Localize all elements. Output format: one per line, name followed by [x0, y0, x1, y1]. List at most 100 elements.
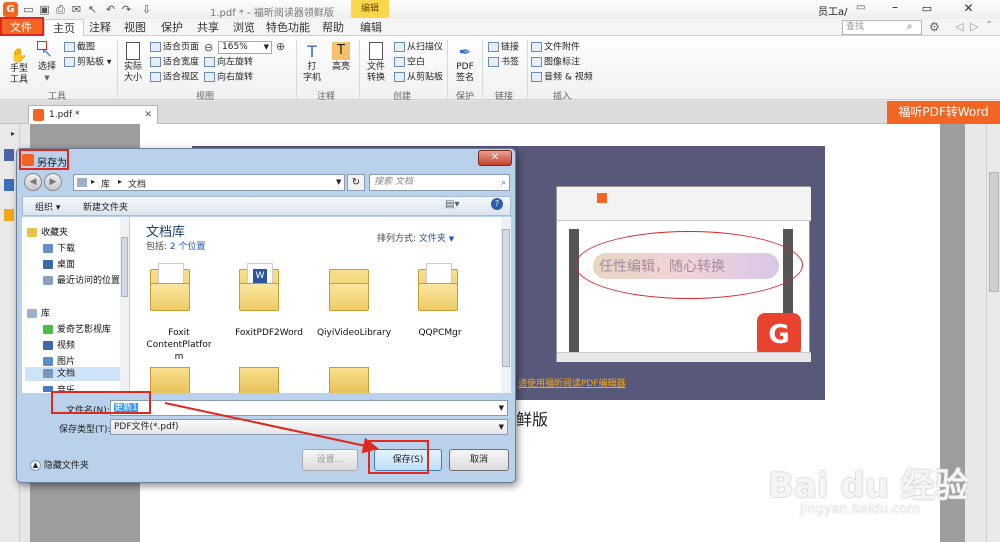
pdf-sign-button[interactable]: ✒ PDF 签名 — [452, 42, 478, 84]
folder-label[interactable]: QQPCMgr — [405, 327, 475, 339]
open-icon[interactable]: ▭ — [22, 3, 35, 16]
chevron-down-icon[interactable]: ▼ — [336, 178, 341, 186]
tab-features[interactable]: 特色功能 — [262, 19, 314, 36]
organize-button[interactable]: 组织 ▾ — [35, 200, 60, 213]
hand-tool-button[interactable]: ✋ 手型 工具 — [5, 48, 33, 86]
content-scrollbar[interactable] — [501, 217, 511, 393]
fit-width-button[interactable]: 适合宽度 — [150, 57, 199, 69]
folder-icon[interactable] — [329, 261, 375, 321]
nav-item-downloads[interactable]: 下载 — [43, 241, 75, 254]
filetype-select[interactable]: PDF文件(*.pdf) ▼ — [110, 419, 508, 435]
nav-item-iqiyi[interactable]: 爱奇艺影视库 — [43, 322, 111, 335]
tab-edit[interactable]: 编辑 — [354, 19, 388, 36]
folder-icon[interactable] — [239, 367, 279, 393]
view-options-icon[interactable]: ▤▾ — [445, 199, 459, 210]
highlight-button[interactable]: T 高亮 — [329, 42, 353, 73]
help-icon[interactable]: ? — [491, 198, 503, 210]
email-icon[interactable]: ✉ — [70, 3, 83, 16]
typewriter-button[interactable]: T 打 字机 — [300, 42, 324, 84]
bookmark-panel-icon[interactable] — [4, 179, 14, 191]
maximize-button[interactable]: ▭ — [912, 0, 942, 17]
refresh-button[interactable]: ↻ — [347, 174, 365, 191]
new-folder-button[interactable]: 新建文件夹 — [83, 200, 128, 213]
zoom-select[interactable]: 165% ▼ — [218, 41, 272, 54]
save-icon[interactable]: ▣ — [38, 3, 51, 16]
user-label[interactable]: 员工a/ — [818, 3, 848, 18]
audio-video-button[interactable]: 音频 & 视频 — [531, 72, 593, 84]
nav-item-recent[interactable]: 最近访问的位置 — [43, 273, 120, 286]
tab-comment[interactable]: 注释 — [85, 19, 115, 36]
collapse-ribbon-icon[interactable]: ⌃ — [985, 20, 993, 31]
back-button[interactable]: ◀ — [24, 173, 42, 191]
nav-scroll-thumb[interactable] — [121, 237, 128, 297]
select-button[interactable]: ↖ 选择 ▼ — [35, 44, 59, 84]
blank-button[interactable]: 空白 — [394, 57, 425, 69]
vertical-scrollbar[interactable] — [986, 124, 1000, 542]
cancel-button[interactable]: 取消 — [449, 449, 509, 471]
minimize-button[interactable]: – — [880, 0, 910, 17]
includes-locations-link[interactable]: 2 个位置 — [170, 242, 206, 252]
folder-icon[interactable] — [418, 261, 464, 321]
settings-button[interactable]: 设置... — [302, 449, 358, 471]
nav-forward-icon[interactable]: ▷ — [970, 20, 978, 33]
tab-home[interactable]: 主页 — [44, 19, 84, 37]
folder-label[interactable]: FoxitPDF2Word — [229, 327, 309, 339]
folder-icon[interactable]: W — [239, 261, 285, 321]
nav-item-documents[interactable]: 文档 — [25, 367, 125, 381]
scroll-thumb[interactable] — [989, 172, 999, 292]
folder-label[interactable]: QiyiVideoLibrary — [313, 327, 395, 339]
zoom-out-icon[interactable]: ⊖ — [204, 41, 213, 54]
forward-button[interactable]: ▶ — [44, 173, 62, 191]
tab-share[interactable]: 共享 — [193, 19, 223, 36]
file-attachment-button[interactable]: 文件附件 — [531, 42, 580, 54]
clipboard-button[interactable]: 剪贴板 ▾ — [64, 57, 111, 69]
folder-label[interactable]: Foxit ContentPlatfor m — [134, 327, 224, 363]
page-thumbnail-icon[interactable] — [4, 149, 14, 161]
tab-protect[interactable]: 保护 — [157, 19, 187, 36]
link-button[interactable]: 链接 — [488, 42, 519, 54]
address-bar[interactable]: ▸ 库 ▸ 文档 ▼ — [73, 174, 345, 191]
tab-browse[interactable]: 浏览 — [229, 19, 259, 36]
bookmark-button[interactable]: 书签 — [488, 57, 519, 69]
dialog-search-input[interactable]: 搜索 文档 ⌕ — [369, 174, 510, 191]
from-scanner-button[interactable]: 从扫描仪 — [394, 42, 443, 54]
expand-arrow-icon[interactable]: ▸ — [11, 129, 15, 138]
favorites-header[interactable]: 收藏夹 — [27, 225, 68, 238]
tab-view[interactable]: 视图 — [120, 19, 150, 36]
print-icon[interactable]: ⎙ — [54, 3, 67, 16]
folder-icon[interactable] — [150, 261, 196, 321]
redo-icon[interactable]: ↷ — [120, 3, 133, 16]
caption-link[interactable]: 请使用福昕阅读PDF编辑器 — [518, 376, 626, 389]
close-button[interactable]: ✕ — [946, 0, 991, 17]
fit-visible-button[interactable]: 适合视区 — [150, 72, 199, 84]
content-scroll-thumb[interactable] — [502, 229, 510, 367]
screenshot-button[interactable]: 截图 — [64, 42, 95, 54]
actual-size-button[interactable]: 实际 大小 — [121, 42, 145, 84]
rotate-right-button[interactable]: 向右旋转 — [204, 72, 253, 84]
filename-input[interactable]: 更新1 ▼ — [110, 400, 508, 416]
gear-icon[interactable]: ⚙ — [929, 20, 940, 34]
from-clipboard-button[interactable]: 从剪贴板 — [394, 72, 443, 84]
nav-back-icon[interactable]: ◁ — [955, 20, 963, 33]
folder-icon[interactable] — [329, 367, 369, 393]
hide-folders-toggle[interactable]: ▲ 隐藏文件夹 — [30, 458, 89, 471]
chevron-down-icon[interactable]: ▼ — [499, 401, 504, 415]
customize-icon[interactable]: ⇩ — [140, 3, 153, 16]
pin-icon[interactable]: ▭ — [856, 2, 865, 13]
nav-item-videos[interactable]: 视频 — [43, 338, 75, 351]
fit-page-button[interactable]: 适合页面 — [150, 42, 199, 54]
undo-icon[interactable]: ↶ — [104, 3, 117, 16]
zoom-in-icon[interactable]: ⊕ — [276, 40, 285, 53]
comment-panel-icon[interactable] — [4, 209, 14, 221]
nav-pane-scrollbar[interactable] — [120, 217, 129, 393]
file-convert-button[interactable]: 文件 转换 — [363, 42, 389, 84]
nav-item-pictures[interactable]: 图片 — [43, 354, 75, 367]
folder-icon[interactable] — [150, 367, 190, 393]
arrange-by-value[interactable]: 文件夹 — [419, 234, 446, 244]
pdf-to-word-button[interactable]: 福听PDF转Word — [887, 101, 1000, 124]
search-icon[interactable]: ⌕ — [907, 21, 913, 32]
breadcrumb-documents[interactable]: 文档 — [128, 177, 146, 190]
breadcrumb-library[interactable]: 库 — [101, 177, 110, 190]
rotate-left-button[interactable]: 向左旋转 — [204, 57, 253, 69]
cursor-icon[interactable]: ↖ — [86, 3, 99, 16]
